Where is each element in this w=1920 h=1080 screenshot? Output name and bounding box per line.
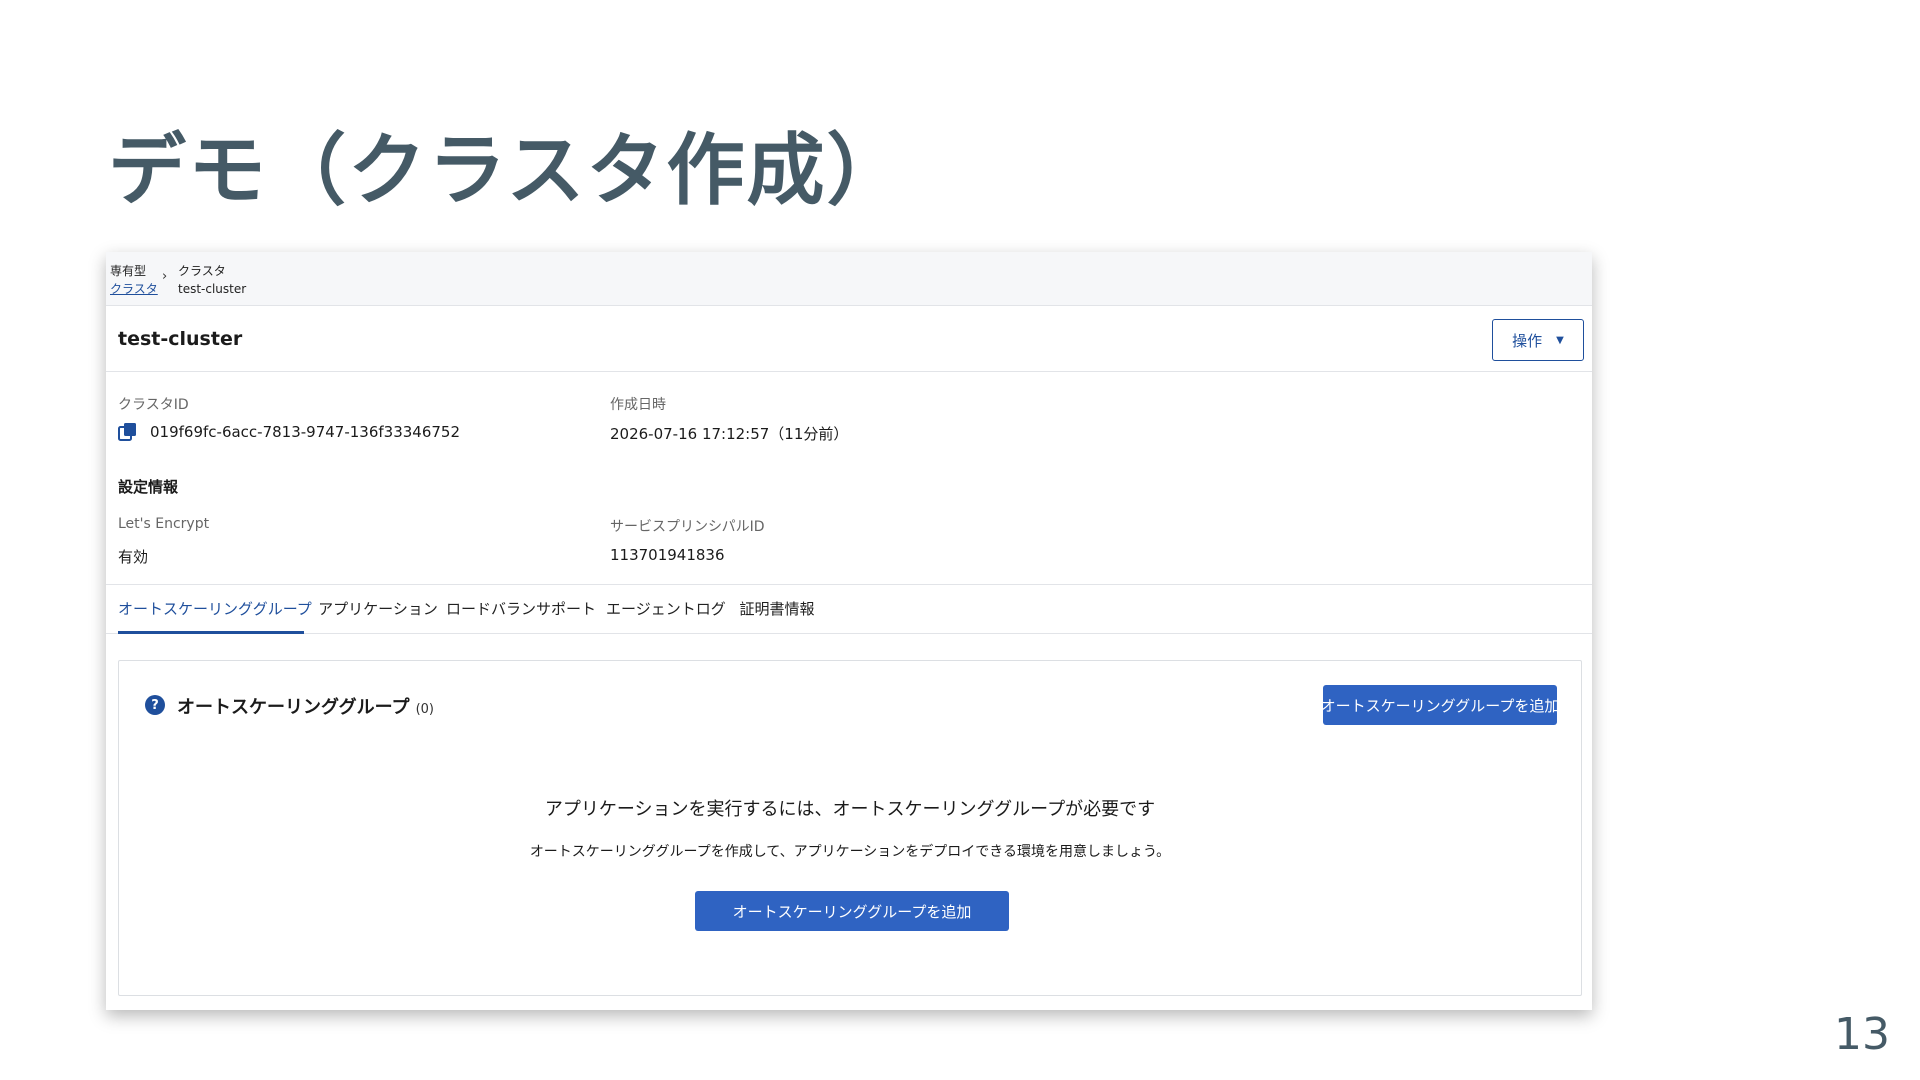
breadcrumb-current: クラスタ test-cluster: [178, 262, 246, 298]
breadcrumb-root-link[interactable]: クラスタ: [110, 280, 158, 298]
panel-title-text: オートスケーリンググループ: [177, 697, 410, 718]
help-icon[interactable]: ?: [145, 695, 165, 715]
created-at-label: 作成日時: [610, 397, 666, 413]
slide-title: デモ（クラスタ作成）: [108, 126, 907, 216]
tab-load-balancer-ports[interactable]: ロードバランサポート: [446, 585, 596, 634]
letsencrypt-value: 有効: [118, 548, 149, 566]
breadcrumb-root-category: 専有型: [110, 264, 147, 278]
breadcrumb-separator-icon: ›: [162, 269, 168, 284]
letsencrypt-label: Let's Encrypt: [118, 516, 210, 532]
tab-agent-logs[interactable]: エージェントログ: [606, 585, 726, 634]
settings-section-title: 設定情報: [118, 478, 179, 496]
cluster-id-value: 019f69fc-6acc-7813-9747-136f33346752: [150, 423, 461, 441]
autoscaling-group-panel: ? オートスケーリンググループ (0) オートスケーリンググループを追加 アプリケ…: [118, 660, 1582, 996]
panel-count: (0): [415, 702, 434, 717]
page-number: 13: [1834, 1009, 1890, 1060]
tab-bar: オートスケーリンググループ アプリケーション ロードバランサポート エージェント…: [106, 584, 1592, 634]
empty-state-add-button[interactable]: オートスケーリンググループを追加: [695, 891, 1009, 931]
tab-certificates[interactable]: 証明書情報: [730, 585, 824, 634]
cluster-header: test-cluster 操作 ▼: [106, 306, 1592, 372]
empty-state-description: オートスケーリンググループを作成して、アプリケーションをデプロイできる環境を用意…: [529, 844, 1171, 860]
add-autoscaling-group-button[interactable]: オートスケーリンググループを追加: [1321, 685, 1559, 725]
tab-applications[interactable]: アプリケーション: [318, 585, 438, 634]
service-principal-value: 113701941836: [610, 546, 725, 564]
created-at-value: 2026-07-16 17:12:57（11分前）: [610, 425, 849, 443]
service-principal-label: サービスプリンシパルID: [610, 519, 765, 535]
console-screenshot: 専有型 クラスタ › クラスタ test-cluster test-cluste…: [106, 252, 1592, 1010]
empty-state-heading: アプリケーションを実行するには、オートスケーリンググループが必要です: [544, 799, 1156, 820]
breadcrumb-current-name: test-cluster: [178, 282, 247, 296]
breadcrumb: 専有型 クラスタ › クラスタ test-cluster: [106, 252, 1592, 306]
caret-down-icon: ▼: [1556, 334, 1564, 346]
copy-icon[interactable]: [118, 422, 138, 442]
slide: デモ（クラスタ作成） 専有型 クラスタ › クラスタ test-cluster …: [0, 0, 1920, 1080]
cluster-id-label: クラスタID: [118, 397, 189, 413]
operations-dropdown-button[interactable]: 操作 ▼: [1492, 319, 1584, 361]
breadcrumb-root: 専有型 クラスタ: [110, 262, 158, 298]
panel-title: オートスケーリンググループ (0): [177, 693, 434, 719]
cluster-name: test-cluster: [118, 328, 243, 350]
operations-label: 操作: [1512, 331, 1543, 350]
tab-autoscaling-groups[interactable]: オートスケーリンググループ: [118, 585, 312, 634]
breadcrumb-current-category: クラスタ: [178, 264, 226, 278]
